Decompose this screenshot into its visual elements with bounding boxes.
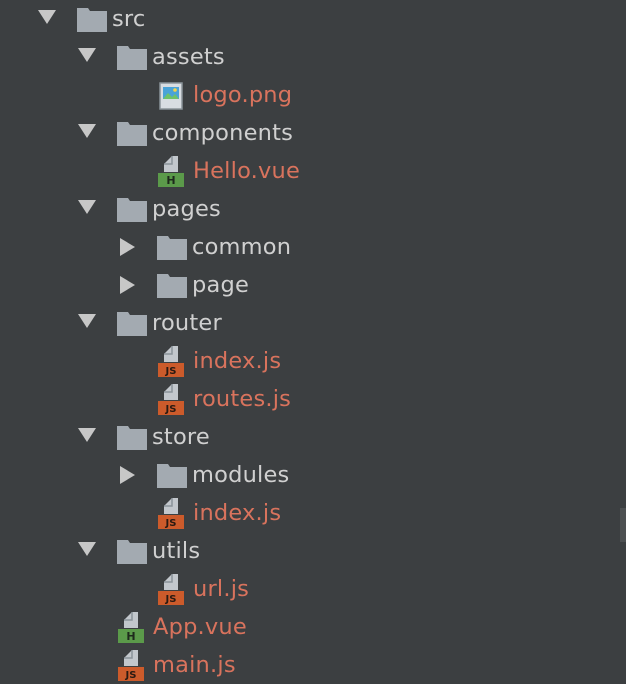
tree-row-main-js[interactable]: JS main.js	[0, 646, 618, 684]
expand-arrow-icon[interactable]	[78, 200, 96, 214]
js-file-icon: JS	[158, 574, 184, 605]
tree-item-label: modules	[192, 462, 290, 488]
js-badge-text: JS	[165, 594, 177, 605]
tree-item-label: store	[152, 424, 210, 450]
js-badge-text: JS	[165, 366, 177, 377]
js-badge-text: JS	[165, 404, 177, 415]
vue-file-icon: H	[158, 156, 184, 187]
tree-row-hello-vue[interactable]: H Hello.vue	[0, 152, 618, 190]
expand-arrow-icon[interactable]	[78, 124, 96, 138]
tree-row-page[interactable]: page	[0, 266, 618, 304]
tree-item-label: pages	[152, 196, 221, 222]
scrollbar-thumb[interactable]	[620, 508, 626, 542]
tree-row-url-js[interactable]: JS url.js	[0, 570, 618, 608]
folder-icon	[117, 198, 147, 222]
tree-item-label: page	[192, 272, 249, 298]
expand-arrow-icon[interactable]	[78, 48, 96, 62]
tree-item-label: index.js	[193, 500, 282, 526]
js-badge-text: JS	[125, 670, 137, 681]
tree-row-assets[interactable]: assets	[0, 38, 618, 76]
tree-row-src[interactable]: src	[0, 0, 618, 38]
tree-row-modules[interactable]: modules	[0, 456, 618, 494]
tree-item-label: router	[152, 310, 222, 336]
folder-icon	[117, 46, 147, 70]
tree-row-pages[interactable]: pages	[0, 190, 618, 228]
js-badge-text: JS	[165, 518, 177, 529]
folder-icon	[77, 8, 107, 32]
tree-item-label: assets	[152, 44, 225, 70]
tree-item-label: App.vue	[153, 614, 247, 640]
project-file-tree: src assets logo.png components H Hello.v…	[0, 0, 626, 684]
collapse-arrow-icon[interactable]	[120, 275, 135, 294]
tree-row-router-index-js[interactable]: JS index.js	[0, 342, 618, 380]
js-file-icon: JS	[158, 498, 184, 529]
folder-icon	[117, 312, 147, 336]
tree-item-label: index.js	[193, 348, 282, 374]
tree-item-label: logo.png	[193, 82, 293, 108]
collapse-arrow-icon[interactable]	[120, 465, 135, 484]
folder-icon	[117, 122, 147, 146]
tree-item-label: Hello.vue	[193, 158, 301, 184]
tree-row-store[interactable]: store	[0, 418, 618, 456]
folder-icon	[117, 426, 147, 450]
tree-item-label: routes.js	[193, 386, 292, 412]
js-file-icon: JS	[158, 384, 184, 415]
tree-item-label: common	[192, 234, 292, 260]
tree-item-label: utils	[152, 538, 201, 564]
tree-row-utils[interactable]: utils	[0, 532, 618, 570]
tree-item-label: url.js	[193, 576, 250, 602]
scrollbar-track[interactable]	[618, 0, 626, 684]
folder-icon	[157, 464, 187, 488]
folder-icon	[117, 540, 147, 564]
expand-arrow-icon[interactable]	[78, 428, 96, 442]
tree-row-store-index-js[interactable]: JS index.js	[0, 494, 618, 532]
expand-arrow-icon[interactable]	[38, 10, 56, 24]
vue-badge-text: H	[166, 174, 175, 187]
tree-row-routes-js[interactable]: JS routes.js	[0, 380, 618, 418]
js-file-icon: JS	[118, 650, 144, 681]
js-file-icon: JS	[158, 346, 184, 377]
vue-file-icon: H	[118, 612, 144, 643]
vue-badge-text: H	[126, 630, 135, 643]
tree-row-logo-png[interactable]: logo.png	[0, 76, 618, 114]
tree-row-common[interactable]: common	[0, 228, 618, 266]
folder-icon	[157, 274, 187, 298]
expand-arrow-icon[interactable]	[78, 542, 96, 556]
tree-row-components[interactable]: components	[0, 114, 618, 152]
tree-item-label: main.js	[153, 652, 236, 678]
tree-row-app-vue[interactable]: H App.vue	[0, 608, 618, 646]
tree-row-router[interactable]: router	[0, 304, 618, 342]
folder-icon	[157, 236, 187, 260]
tree-item-label: src	[112, 6, 146, 32]
collapse-arrow-icon[interactable]	[120, 237, 135, 256]
tree-item-label: components	[152, 120, 294, 146]
expand-arrow-icon[interactable]	[78, 314, 96, 328]
image-icon	[159, 82, 183, 110]
